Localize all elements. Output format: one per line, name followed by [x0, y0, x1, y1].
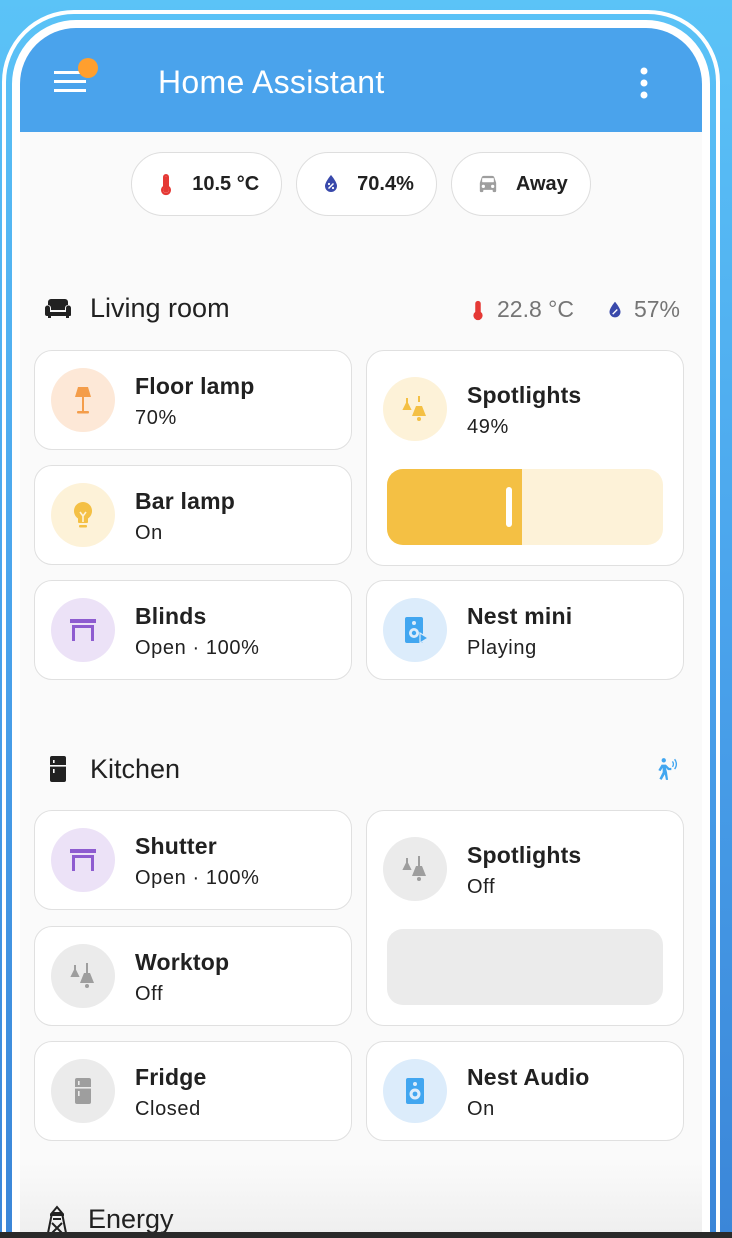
app-header: Home Assistant	[20, 28, 702, 132]
thermometer-icon	[473, 300, 483, 320]
shutter-name: Shutter	[135, 833, 217, 859]
blinds-card[interactable]: Blinds Open · 100%	[34, 580, 352, 680]
kitchen-spotlights-state: Off	[467, 876, 496, 898]
blinds-state: Open · 100%	[135, 637, 260, 659]
temperature-value: 10.5 °C	[192, 172, 260, 195]
speaker-play-icon	[405, 617, 430, 645]
presence-value: Away	[515, 172, 568, 195]
car-icon	[479, 175, 497, 193]
humidity-value: 70.4%	[357, 172, 414, 195]
floor-lamp-name: Floor lamp	[135, 373, 255, 399]
fridge-name: Fridge	[135, 1064, 207, 1090]
bottom-edge	[0, 1232, 732, 1238]
blinds-name: Blinds	[135, 603, 207, 629]
sofa-icon	[45, 299, 71, 318]
speaker-icon	[406, 1078, 424, 1104]
living-room-title: Living room	[90, 292, 230, 323]
energy-title: Energy	[88, 1204, 174, 1234]
temperature-badge[interactable]: 10.5 °C	[131, 152, 283, 216]
bar-lamp-state: On	[135, 522, 163, 544]
app-window: Home Assistant 10.5 °C 70.4% Away Living…	[12, 20, 710, 1238]
ceiling-light-multiple-icon	[402, 856, 426, 881]
kitchen-spotlights-icon-button[interactable]	[383, 837, 447, 901]
floor-lamp-icon	[75, 387, 91, 414]
water-percent-icon	[325, 175, 338, 192]
window-shutter-open-icon	[70, 849, 96, 871]
living-spotlights-brightness-slider[interactable]	[387, 469, 663, 545]
transmission-tower-icon	[47, 1204, 67, 1234]
bar-lamp-name: Bar lamp	[135, 488, 236, 514]
shutter-icon-button[interactable]	[51, 828, 115, 892]
blinds-icon-button[interactable]	[51, 598, 115, 662]
kitchen-sensors	[654, 756, 680, 782]
fridge-icon-button[interactable]	[51, 1059, 115, 1123]
nest-audio-state: On	[467, 1098, 495, 1120]
energy-heading: Energy	[42, 1204, 174, 1235]
water-percent-icon	[609, 301, 621, 317]
living-room-temperature: 22.8 °C	[496, 296, 574, 322]
living-spotlights-state: 49%	[467, 416, 509, 438]
worktop-icon-button[interactable]	[51, 944, 115, 1008]
fridge-icon	[75, 1078, 91, 1104]
presence-badge[interactable]: Away	[450, 152, 591, 216]
lightbulb-icon	[73, 501, 93, 528]
more-options-icon[interactable]	[638, 66, 650, 100]
worktop-card[interactable]: Worktop Off	[34, 926, 352, 1026]
fridge-icon	[50, 756, 66, 782]
kitchen-spotlights-name: Spotlights	[467, 842, 582, 868]
nest-mini-name: Nest mini	[467, 603, 573, 629]
ceiling-light-multiple-icon	[402, 396, 426, 421]
kitchen-spotlights-brightness-slider[interactable]	[387, 929, 663, 1005]
living-room-humidity: 57%	[633, 296, 680, 322]
motion-sensor-icon[interactable]	[654, 756, 680, 782]
bar-lamp-icon-button[interactable]	[51, 483, 115, 547]
living-spotlights-icon-button[interactable]	[383, 377, 447, 441]
kitchen-spotlights-card[interactable]: Spotlights Off	[366, 810, 684, 1026]
notification-dot	[78, 58, 98, 78]
bar-lamp-card[interactable]: Bar lamp On	[34, 465, 352, 565]
brightness-fill	[387, 469, 522, 545]
fridge-card[interactable]: Fridge Closed	[34, 1041, 352, 1141]
living-room-sensors: 22.8 °C 57%	[467, 296, 680, 323]
nest-mini-icon-button[interactable]	[383, 598, 447, 662]
badges-row: 10.5 °C 70.4% Away	[20, 152, 702, 216]
dashboard-content: 10.5 °C 70.4% Away Living room 22.8 °C 5…	[20, 132, 702, 1238]
worktop-state: Off	[135, 983, 164, 1005]
nest-mini-card[interactable]: Nest mini Playing	[366, 580, 684, 680]
floor-lamp-card[interactable]: Floor lamp 70%	[34, 350, 352, 450]
nest-audio-icon-button[interactable]	[383, 1059, 447, 1123]
app-title: Home Assistant	[158, 64, 385, 100]
slider-handle[interactable]	[506, 487, 512, 527]
humidity-badge[interactable]: 70.4%	[296, 152, 437, 216]
window-shutter-open-icon	[70, 619, 96, 641]
nest-audio-card[interactable]: Nest Audio On	[366, 1041, 684, 1141]
living-spotlights-card[interactable]: Spotlights 49%	[366, 350, 684, 566]
thermometer-icon	[161, 174, 172, 196]
nest-mini-state: Playing	[467, 637, 537, 659]
living-room-heading: Living room	[42, 292, 230, 324]
shutter-card[interactable]: Shutter Open · 100%	[34, 810, 352, 910]
floor-lamp-icon-button[interactable]	[51, 368, 115, 432]
worktop-name: Worktop	[135, 949, 230, 975]
floor-lamp-state: 70%	[135, 407, 177, 429]
fridge-state: Closed	[135, 1098, 201, 1120]
kitchen-heading: Kitchen	[42, 753, 180, 785]
kitchen-title: Kitchen	[90, 753, 181, 784]
living-spotlights-name: Spotlights	[467, 382, 582, 408]
nest-audio-name: Nest Audio	[467, 1064, 590, 1090]
shutter-state: Open · 100%	[135, 867, 260, 889]
ceiling-light-multiple-icon	[70, 963, 94, 988]
